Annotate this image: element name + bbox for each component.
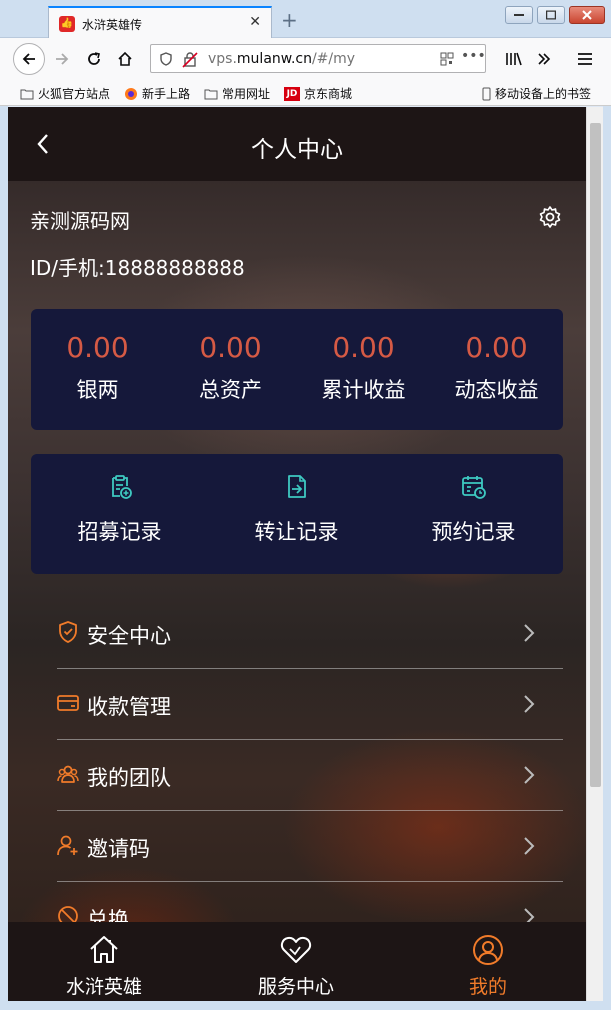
menu-item-my-team[interactable]: 我的团队 — [57, 740, 563, 811]
stat-label: 银两 — [76, 378, 119, 402]
page-actions-icon[interactable]: ••• — [461, 48, 486, 64]
tab-label: 水浒英雄 — [65, 976, 142, 998]
browser-back-button[interactable] — [13, 43, 45, 75]
tab-title: 水浒英雄传 — [82, 18, 143, 32]
stats-card: 0.00 银两 0.00 总资产 0.00 累计收益 0.00 动态收益 — [31, 309, 563, 430]
browser-navbar: vps.mulanw.cn/#/my ••• — [0, 38, 611, 80]
bookmark-item[interactable]: 火狐官方站点 — [20, 85, 110, 102]
menu-label: 收款管理 — [87, 695, 171, 719]
home-icon — [90, 936, 118, 963]
overflow-chevron-icon[interactable] — [530, 45, 558, 73]
user-id: ID/手机:18888888888 — [30, 256, 245, 280]
user-icon — [473, 935, 503, 965]
stat-label: 累计收益 — [321, 378, 406, 402]
record-label: 转让记录 — [254, 520, 339, 544]
transfer-records-button[interactable]: 转让记录 — [208, 454, 385, 546]
heart-icon — [280, 936, 312, 963]
window-maximize-button[interactable] — [537, 6, 565, 24]
calendar-clock-icon — [461, 476, 486, 499]
bookmark-item[interactable]: 常用网址 — [204, 85, 270, 102]
mobile-device-icon — [482, 87, 491, 100]
insecure-lock-icon[interactable] — [182, 52, 198, 68]
firefox-icon — [125, 87, 137, 100]
new-tab-button[interactable]: + — [281, 8, 298, 32]
folder-icon — [204, 89, 218, 99]
stat-silver: 0.00 银两 — [31, 309, 164, 404]
browser-tab[interactable]: 👍 水浒英雄传 ✕ — [48, 6, 272, 39]
qr-code-icon[interactable] — [440, 52, 454, 66]
browser-forward-button[interactable] — [48, 45, 76, 73]
stat-label: 动态收益 — [454, 378, 539, 402]
window-close-button[interactable] — [569, 6, 605, 24]
menu-item-invite-code[interactable]: 邀请码 — [57, 811, 563, 882]
mobile-bookmarks[interactable]: 移动设备上的书签 — [482, 85, 591, 102]
browser-titlebar: 👍 水浒英雄传 ✕ + — [0, 0, 611, 39]
tab-label: 服务中心 — [257, 976, 334, 998]
url-text[interactable]: vps.mulanw.cn/#/my — [208, 51, 355, 67]
stat-value: 0.00 — [199, 331, 262, 364]
folder-icon — [20, 89, 34, 99]
stat-value: 0.00 — [66, 331, 129, 364]
page-title: 个人中心 — [251, 137, 343, 163]
chevron-right-icon — [524, 695, 535, 713]
bookmarks-toolbar: 火狐官方站点 新手上路 常用网址 JD 京东商城 移动设备上的书签 — [0, 80, 611, 106]
scrollbar-thumb[interactable] — [590, 123, 601, 787]
page-viewport: 个人中心 亲测源码网 ID/手机:18888888888 0.00 银两 0.0… — [8, 107, 586, 1001]
tab-close-icon[interactable]: ✕ — [249, 14, 261, 30]
page-scrollbar[interactable] — [586, 107, 603, 1001]
stat-dynamic-earnings: 0.00 动态收益 — [430, 309, 563, 404]
menu-label: 我的团队 — [87, 766, 171, 790]
stat-value: 0.00 — [332, 331, 395, 364]
window-minimize-button[interactable] — [505, 6, 533, 24]
team-icon — [57, 765, 79, 783]
gear-icon[interactable] — [538, 205, 562, 229]
stat-value: 0.00 — [465, 331, 528, 364]
window-frame — [0, 1001, 611, 1010]
card-icon — [57, 695, 79, 711]
menu-label: 邀请码 — [87, 837, 150, 861]
tab-service-center[interactable]: 服务中心 — [200, 922, 392, 1001]
window-frame — [603, 106, 611, 1002]
bottom-tab-bar: 水浒英雄 服务中心 我的 — [8, 922, 586, 1001]
reservation-records-button[interactable]: 预约记录 — [385, 454, 562, 546]
page-header: 个人中心 — [8, 107, 586, 181]
chevron-right-icon — [524, 624, 535, 642]
url-bar[interactable]: vps.mulanw.cn/#/my ••• — [150, 44, 486, 73]
shield-icon — [59, 621, 77, 643]
menu-label: 安全中心 — [87, 624, 171, 648]
bookmark-item[interactable]: 新手上路 — [124, 85, 190, 102]
tab-my-profile[interactable]: 我的 — [392, 922, 584, 1001]
chevron-right-icon — [524, 766, 535, 784]
home-button[interactable] — [111, 45, 139, 73]
records-card: 招募记录 转让记录 预约记录 — [31, 454, 563, 574]
stat-cumulative-earnings: 0.00 累计收益 — [297, 309, 430, 404]
tab-home[interactable]: 水浒英雄 — [8, 922, 200, 1001]
reload-icon[interactable] — [80, 45, 108, 73]
stat-label: 总资产 — [199, 378, 262, 402]
clipboard-plus-icon — [111, 475, 132, 499]
window-frame — [0, 106, 8, 1002]
hamburger-menu-icon[interactable] — [571, 45, 599, 73]
user-add-icon — [57, 835, 78, 856]
stat-total-assets: 0.00 总资产 — [164, 309, 297, 404]
menu-item-security-center[interactable]: 安全中心 — [57, 598, 563, 669]
user-name: 亲测源码网 — [30, 209, 130, 233]
shield-icon[interactable] — [160, 52, 172, 66]
transfer-doc-icon — [287, 475, 306, 498]
record-label: 招募记录 — [77, 520, 162, 544]
record-label: 预约记录 — [431, 520, 516, 544]
chevron-right-icon — [524, 837, 535, 855]
site-favicon-icon: 👍 — [59, 16, 75, 32]
jd-icon: JD — [284, 86, 300, 101]
library-icon[interactable] — [500, 45, 528, 73]
bookmark-item[interactable]: JD 京东商城 — [284, 85, 352, 102]
menu-item-payment-management[interactable]: 收款管理 — [57, 669, 563, 740]
recruit-records-button[interactable]: 招募记录 — [31, 454, 208, 546]
tab-label: 我的 — [468, 976, 507, 998]
